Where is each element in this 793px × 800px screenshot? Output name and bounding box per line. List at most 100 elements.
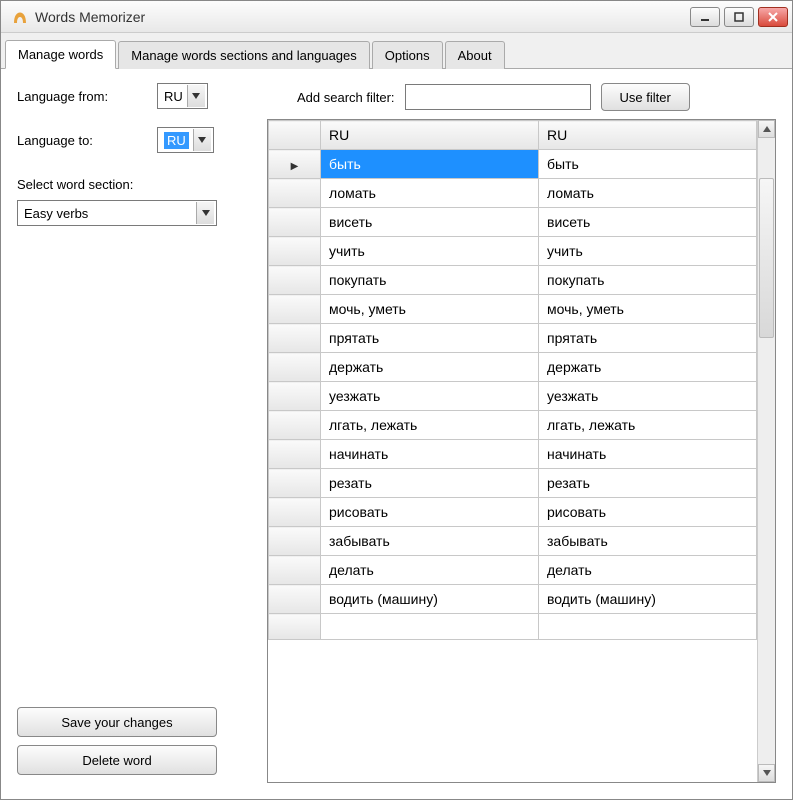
cell-col2[interactable]: лгать, лежать xyxy=(539,411,757,440)
row-header[interactable] xyxy=(269,324,321,353)
chevron-down-icon xyxy=(193,129,211,151)
language-to-label: Language to: xyxy=(17,133,157,148)
table-row-new[interactable] xyxy=(269,614,757,640)
cell-col2[interactable] xyxy=(539,614,757,640)
row-header[interactable] xyxy=(269,266,321,295)
row-header[interactable] xyxy=(269,295,321,324)
cell-col2[interactable]: мочь, уметь xyxy=(539,295,757,324)
delete-button[interactable]: Delete word xyxy=(17,745,217,775)
grid-scrollbar[interactable] xyxy=(757,120,775,782)
row-header[interactable] xyxy=(269,382,321,411)
cell-col2[interactable]: держать xyxy=(539,353,757,382)
cell-col2[interactable]: делать xyxy=(539,556,757,585)
table-row[interactable]: делатьделать xyxy=(269,556,757,585)
table-row[interactable]: ломатьломать xyxy=(269,179,757,208)
cell-col1[interactable]: рисовать xyxy=(321,498,539,527)
table-row[interactable]: водить (машину)водить (машину) xyxy=(269,585,757,614)
language-from-select[interactable]: RU xyxy=(157,83,208,109)
table-row[interactable]: лгать, лежатьлгать, лежать xyxy=(269,411,757,440)
row-header[interactable] xyxy=(269,440,321,469)
grid-corner xyxy=(269,121,321,150)
language-from-label: Language from: xyxy=(17,89,157,104)
search-filter-label: Add search filter: xyxy=(297,90,395,105)
scroll-track[interactable] xyxy=(758,138,775,764)
table-row[interactable]: бытьбыть xyxy=(269,150,757,179)
search-filter-input[interactable] xyxy=(405,84,591,110)
row-header[interactable] xyxy=(269,208,321,237)
cell-col1[interactable]: висеть xyxy=(321,208,539,237)
row-header[interactable] xyxy=(269,411,321,440)
scroll-thumb[interactable] xyxy=(759,178,774,338)
cell-col1[interactable]: забывать xyxy=(321,527,539,556)
table-row[interactable]: уезжатьуезжать xyxy=(269,382,757,411)
scroll-up-button[interactable] xyxy=(758,120,775,138)
row-header[interactable] xyxy=(269,150,321,179)
tab-about[interactable]: About xyxy=(445,41,505,69)
table-row[interactable]: начинатьначинать xyxy=(269,440,757,469)
table-row[interactable]: покупатьпокупать xyxy=(269,266,757,295)
grid-header-col2[interactable]: RU xyxy=(539,121,757,150)
cell-col1[interactable]: делать xyxy=(321,556,539,585)
row-header[interactable] xyxy=(269,527,321,556)
maximize-button[interactable] xyxy=(724,7,754,27)
app-icon xyxy=(11,8,29,26)
table-row[interactable]: держатьдержать xyxy=(269,353,757,382)
chevron-down-icon xyxy=(187,85,205,107)
row-header[interactable] xyxy=(269,585,321,614)
language-to-select[interactable]: RU xyxy=(157,127,214,153)
word-section-select[interactable]: Easy verbs xyxy=(17,200,217,226)
cell-col2[interactable]: начинать xyxy=(539,440,757,469)
cell-col1[interactable]: уезжать xyxy=(321,382,539,411)
cell-col2[interactable]: резать xyxy=(539,469,757,498)
save-button[interactable]: Save your changes xyxy=(17,707,217,737)
table-row[interactable]: прятатьпрятать xyxy=(269,324,757,353)
cell-col1[interactable]: быть xyxy=(321,150,539,179)
close-button[interactable] xyxy=(758,7,788,27)
cell-col2[interactable]: ломать xyxy=(539,179,757,208)
cell-col2[interactable]: водить (машину) xyxy=(539,585,757,614)
cell-col2[interactable]: рисовать xyxy=(539,498,757,527)
minimize-button[interactable] xyxy=(690,7,720,27)
use-filter-button[interactable]: Use filter xyxy=(601,83,690,111)
cell-col2[interactable]: быть xyxy=(539,150,757,179)
cell-col1[interactable]: мочь, уметь xyxy=(321,295,539,324)
tab-options[interactable]: Options xyxy=(372,41,443,69)
language-to-value: RU xyxy=(164,132,189,149)
row-header[interactable] xyxy=(269,353,321,382)
cell-col2[interactable]: уезжать xyxy=(539,382,757,411)
table-row[interactable]: висетьвисеть xyxy=(269,208,757,237)
cell-col1[interactable]: лгать, лежать xyxy=(321,411,539,440)
cell-col2[interactable]: покупать xyxy=(539,266,757,295)
cell-col1[interactable]: резать xyxy=(321,469,539,498)
row-header[interactable] xyxy=(269,614,321,640)
table-row[interactable]: мочь, уметьмочь, уметь xyxy=(269,295,757,324)
table-row[interactable]: резатьрезать xyxy=(269,469,757,498)
row-header[interactable] xyxy=(269,469,321,498)
tab-manage-words[interactable]: Manage words xyxy=(5,40,116,69)
cell-col1[interactable] xyxy=(321,614,539,640)
cell-col1[interactable]: прятать xyxy=(321,324,539,353)
table-row[interactable]: рисоватьрисовать xyxy=(269,498,757,527)
filter-row: Add search filter: Use filter xyxy=(267,83,776,111)
cell-col1[interactable]: водить (машину) xyxy=(321,585,539,614)
row-header[interactable] xyxy=(269,556,321,585)
tab-manage-words-sections-and-languages[interactable]: Manage words sections and languages xyxy=(118,41,369,69)
row-header[interactable] xyxy=(269,498,321,527)
cell-col2[interactable]: прятать xyxy=(539,324,757,353)
table-row[interactable]: забыватьзабывать xyxy=(269,527,757,556)
tabstrip: Manage wordsManage words sections and la… xyxy=(1,33,792,69)
table-row[interactable]: учитьучить xyxy=(269,237,757,266)
cell-col1[interactable]: начинать xyxy=(321,440,539,469)
cell-col1[interactable]: покупать xyxy=(321,266,539,295)
cell-col2[interactable]: учить xyxy=(539,237,757,266)
row-header[interactable] xyxy=(269,237,321,266)
cell-col2[interactable]: забывать xyxy=(539,527,757,556)
app-window: Words Memorizer Manage wordsManage words… xyxy=(0,0,793,800)
cell-col1[interactable]: учить xyxy=(321,237,539,266)
scroll-down-button[interactable] xyxy=(758,764,775,782)
grid-header-col1[interactable]: RU xyxy=(321,121,539,150)
cell-col2[interactable]: висеть xyxy=(539,208,757,237)
cell-col1[interactable]: ломать xyxy=(321,179,539,208)
row-header[interactable] xyxy=(269,179,321,208)
cell-col1[interactable]: держать xyxy=(321,353,539,382)
